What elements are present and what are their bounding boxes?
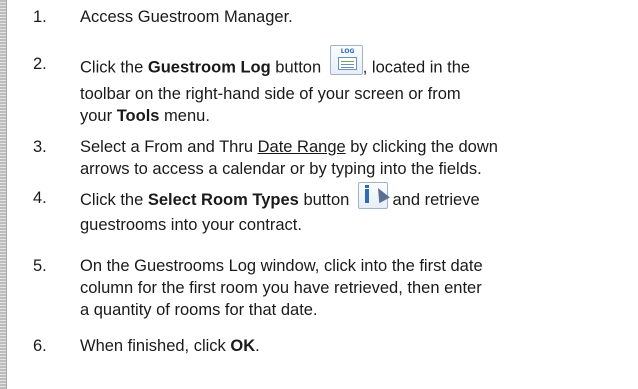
step-line: Click the Guestroom Log button LOG , loca… [80, 45, 628, 83]
step-line: When finished, click OK. [80, 335, 628, 357]
text-run: button [270, 58, 326, 77]
select-room-types-label: Select Room Types [147, 190, 299, 209]
text-run: , located in the [362, 58, 471, 77]
step-line: Access Guestroom Manager. [80, 8, 293, 26]
text-run: your [80, 107, 117, 125]
step-line: On the Guestrooms Log window, click into… [80, 257, 483, 275]
step-number: 3. [33, 138, 47, 156]
step-line: Select a From and Thru Date Range by cli… [80, 136, 628, 158]
date-range-link[interactable]: Date Range [258, 138, 346, 156]
log-sheet-graphic [337, 57, 357, 70]
text-run: by clicking the down [345, 138, 498, 156]
guestroom-log-icon: LOG [329, 45, 363, 75]
ok-label: OK [230, 337, 256, 355]
step-number: 5. [33, 257, 47, 275]
step-line: column for the first room you have retri… [80, 279, 482, 297]
step-number: 6. [33, 337, 47, 355]
select-room-types-icon [357, 182, 390, 209]
text-run: Click the [80, 58, 148, 77]
cursor-arrow-icon [372, 185, 390, 204]
step-line: arrows to access a calendar or by typing… [80, 160, 482, 178]
text-run: button [298, 190, 354, 209]
step-text: Click the Select Room Types button and r… [80, 182, 628, 236]
step-text: When finished, click OK. [80, 335, 628, 357]
step-text: Select a From and Thru Date Range by cli… [80, 136, 628, 180]
step-number: 2. [33, 55, 47, 73]
log-icon-tag: LOG [340, 48, 355, 55]
step-number: 4. [33, 189, 47, 207]
text-run: . [255, 337, 260, 355]
left-margin-rule [0, 0, 7, 389]
guestroom-log-label: Guestroom Log [147, 58, 271, 77]
text-run: Click the [80, 190, 148, 209]
instruction-page: 1. Access Guestroom Manager. 2. Click th… [0, 0, 638, 389]
step-text: On the Guestrooms Log window, click into… [80, 255, 628, 321]
text-run: and retrieve [387, 190, 480, 209]
step-number: 1. [33, 8, 47, 26]
step-line: your Tools menu. [80, 105, 628, 127]
step-text: Access Guestroom Manager. [80, 6, 628, 28]
text-run: menu. [159, 107, 210, 125]
text-run: When finished, click [80, 337, 231, 355]
step-line: toolbar on the right-hand side of your s… [80, 85, 461, 103]
step-line: guestrooms into your contract. [80, 216, 302, 234]
step-text: Click the Guestroom Log button LOG , loca… [80, 45, 628, 127]
step-line: a quantity of rooms for that date. [80, 301, 318, 319]
icon-bar [364, 185, 369, 203]
step-line: Click the Select Room Types button and r… [80, 182, 628, 214]
tools-menu-label: Tools [116, 107, 160, 125]
text-run: Select a From and Thru [80, 138, 258, 156]
